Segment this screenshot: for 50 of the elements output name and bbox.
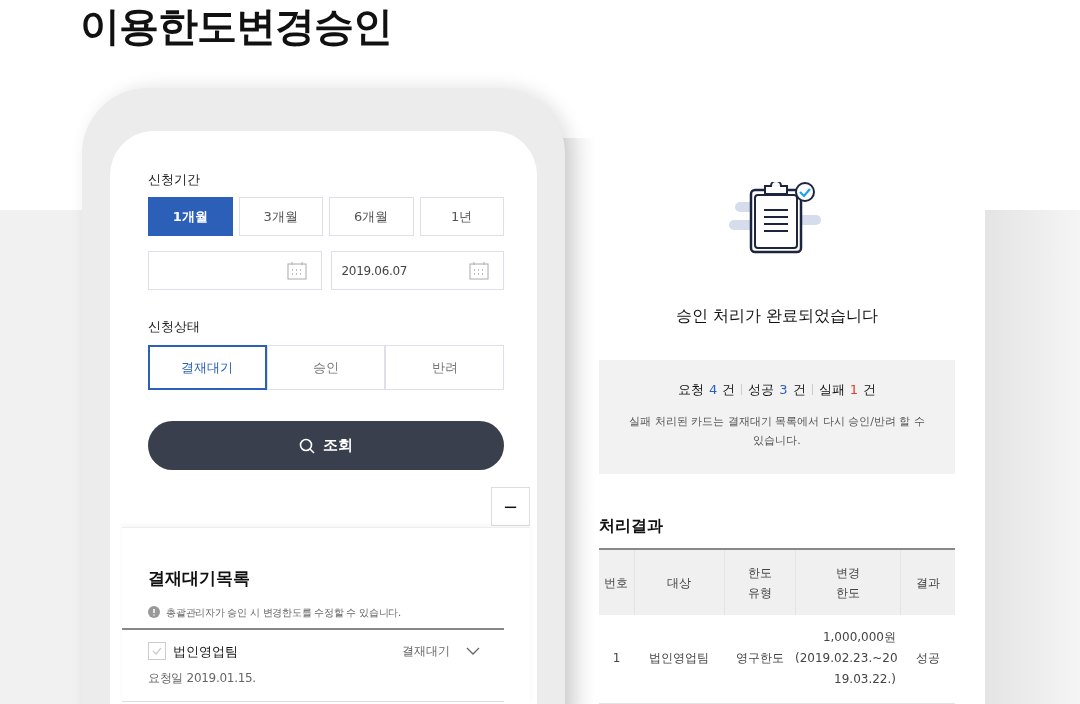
field-label: 신청상태 xyxy=(148,318,201,336)
column-header: 한도 유형 xyxy=(724,549,795,615)
item-status: 결재대기 xyxy=(402,643,450,661)
table-cell: 1,000,000원 (2019.02.23.~20 19.03.22.) xyxy=(795,615,900,703)
field-label: 신청기간 xyxy=(148,171,201,189)
count-value: 4 xyxy=(709,381,718,399)
count-value: 3 xyxy=(779,381,788,399)
count-label: 요청 xyxy=(678,381,705,399)
collapse-button[interactable]: − xyxy=(491,487,530,526)
checkbox[interactable] xyxy=(148,642,166,661)
period-tab[interactable]: 1개월 xyxy=(148,197,233,236)
calendar-icon xyxy=(469,261,489,280)
chevron-down-icon[interactable] xyxy=(466,647,480,656)
table-cell: 1 xyxy=(599,615,634,703)
period-tab[interactable]: 1년 xyxy=(419,197,504,236)
count-unit: 건 xyxy=(792,381,806,399)
status-tab[interactable]: 반려 xyxy=(385,345,504,390)
completion-message: 승인 처리가 완료되었습니다 xyxy=(674,305,880,327)
column-header: 결과 xyxy=(900,549,955,615)
count-label: 실패 xyxy=(818,381,845,399)
table-cell: 법인영업팀 xyxy=(634,615,724,703)
count-unit: 건 xyxy=(722,381,736,399)
search-button[interactable]: 조회 xyxy=(148,421,504,470)
item-date: 요청일 2019.01.15. xyxy=(148,670,257,687)
status-tab[interactable]: 결재대기 xyxy=(148,345,267,390)
date-field[interactable] xyxy=(148,251,322,290)
period-tab[interactable]: 6개월 xyxy=(329,197,414,236)
section-title: 처리결과 xyxy=(599,515,664,537)
date-value: 2019.06.07 xyxy=(341,262,409,280)
check-icon xyxy=(152,647,162,656)
info-icon xyxy=(148,606,160,618)
clipboard-check-icon xyxy=(729,182,821,254)
table-cell: 성공 xyxy=(900,615,955,703)
search-icon xyxy=(299,437,315,454)
count-label: 성공 xyxy=(748,381,775,399)
column-header: 변경 한도 xyxy=(795,549,900,615)
list-title: 결재대기목록 xyxy=(148,567,251,590)
period-tab[interactable]: 3개월 xyxy=(238,197,323,236)
column-header: 번호 xyxy=(599,549,634,615)
table-cell: 영구한도 xyxy=(724,615,795,703)
page-title: 이용한도변경승인 xyxy=(80,2,392,51)
count-unit: 건 xyxy=(862,381,876,399)
summary-note: 실패 처리된 카드는 결재대기 목록에서 다시 승인/반려 할 수 있습니다. xyxy=(628,413,926,449)
count-value: 1 xyxy=(849,381,858,399)
calendar-icon xyxy=(286,261,307,280)
column-header: 대상 xyxy=(634,549,724,615)
date-field[interactable]: 2019.06.07 xyxy=(330,251,504,290)
item-name: 법인영업팀 xyxy=(173,642,238,661)
list-note: 총괄관리자가 승인 시 변경한도를 수정할 수 있습니다. xyxy=(166,605,401,620)
status-tab[interactable]: 승인 xyxy=(266,345,386,390)
